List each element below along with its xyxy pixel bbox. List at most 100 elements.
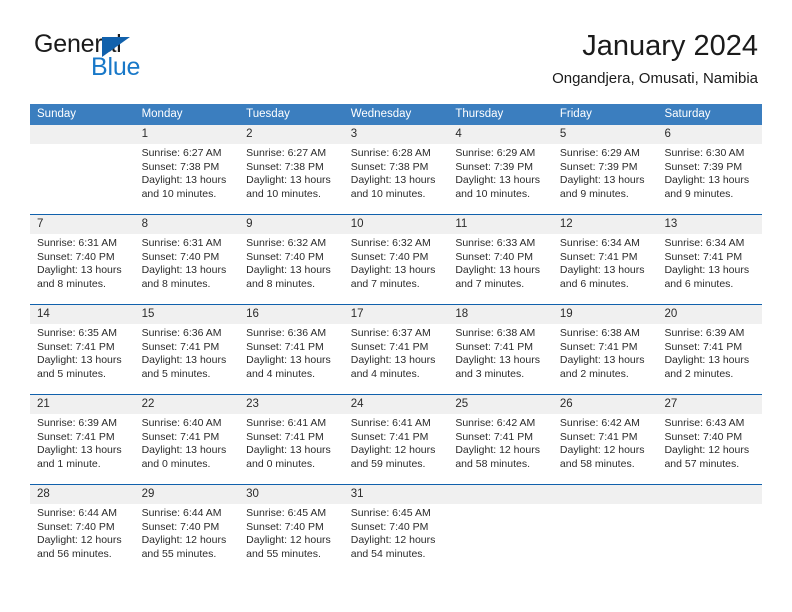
day-number[interactable]: 16 <box>239 305 344 324</box>
day-detail-line: Sunrise: 6:27 AM <box>246 147 327 159</box>
day-number[interactable]: 3 <box>344 125 449 144</box>
day-number[interactable]: 25 <box>448 395 553 414</box>
day-cell[interactable]: Sunrise: 6:44 AM Sunset: 7:40 PM Daylight:… <box>135 504 240 574</box>
day-detail-line: Sunrise: 6:37 AM <box>350 327 431 339</box>
day-detail-line: Daylight: 13 hours <box>455 264 540 277</box>
day-cell[interactable]: Sunrise: 6:33 AM Sunset: 7:40 PM Daylight:… <box>448 234 553 304</box>
day-cell[interactable]: Sunrise: 6:42 AM Sunset: 7:41 PM Daylight:… <box>553 414 658 484</box>
day-detail-line: Sunset: 7:40 PM <box>141 520 220 533</box>
day-detail-line: and 59 minutes. <box>350 457 426 470</box>
day-detail-line: Sunrise: 6:36 AM <box>246 327 327 339</box>
day-cell[interactable]: Sunrise: 6:38 AM Sunset: 7:41 PM Daylight:… <box>448 324 553 394</box>
day-number[interactable]: 6 <box>657 125 762 144</box>
day-cell[interactable]: Sunrise: 6:39 AM Sunset: 7:41 PM Daylight:… <box>657 324 762 394</box>
day-number[interactable]: 21 <box>30 395 135 414</box>
day-detail-line: Sunset: 7:38 PM <box>141 160 220 173</box>
day-number[interactable]: 2 <box>239 125 344 144</box>
day-number[interactable]: 23 <box>239 395 344 414</box>
day-cell[interactable]: Sunrise: 6:36 AM Sunset: 7:41 PM Daylight:… <box>239 324 344 394</box>
day-number[interactable]: 9 <box>239 215 344 234</box>
day-detail-line: and 2 minutes. <box>559 367 629 380</box>
day-detail-line: Sunset: 7:41 PM <box>246 430 324 443</box>
day-number[interactable]: 7 <box>30 215 135 234</box>
day-number[interactable]: 30 <box>239 485 344 504</box>
day-detail-line: and 1 minute. <box>37 457 101 470</box>
day-detail-line: Sunrise: 6:39 AM <box>37 417 117 429</box>
day-number[interactable]: 22 <box>135 395 240 414</box>
day-cell[interactable]: Sunrise: 6:31 AM Sunset: 7:40 PM Daylight:… <box>135 234 240 304</box>
day-number[interactable]: 14 <box>30 305 135 324</box>
day-cell[interactable]: Sunrise: 6:38 AM Sunset: 7:41 PM Daylight:… <box>553 324 658 394</box>
day-cell[interactable]: Sunrise: 6:40 AM Sunset: 7:41 PM Daylight:… <box>135 414 240 484</box>
day-detail-line: Sunset: 7:41 PM <box>350 340 429 353</box>
day-detail-line: Daylight: 13 hours <box>141 174 227 187</box>
day-cell[interactable]: Sunrise: 6:43 AM Sunset: 7:40 PM Daylight:… <box>657 414 762 484</box>
day-detail-line: Sunrise: 6:29 AM <box>455 147 536 159</box>
day-detail-line: Sunset: 7:41 PM <box>350 430 429 443</box>
day-cell[interactable]: Sunrise: 6:27 AM Sunset: 7:38 PM Daylight:… <box>239 144 344 214</box>
week-daynumber-band: 123456 <box>30 125 762 144</box>
day-cell[interactable]: Sunrise: 6:29 AM Sunset: 7:39 PM Daylight:… <box>553 144 658 214</box>
day-number[interactable]: 15 <box>135 305 240 324</box>
day-detail-line: Sunrise: 6:31 AM <box>37 237 117 249</box>
day-detail-line: Sunrise: 6:28 AM <box>350 147 431 159</box>
day-detail-line: and 7 minutes. <box>350 277 420 290</box>
day-detail-line: Sunset: 7:41 PM <box>141 430 220 443</box>
day-number[interactable]: 29 <box>135 485 240 504</box>
day-number <box>30 125 135 144</box>
day-cell[interactable]: Sunrise: 6:39 AM Sunset: 7:41 PM Daylight:… <box>30 414 135 484</box>
day-cell[interactable]: Sunrise: 6:27 AM Sunset: 7:38 PM Daylight:… <box>135 144 240 214</box>
day-cell[interactable]: Sunrise: 6:37 AM Sunset: 7:41 PM Daylight:… <box>344 324 449 394</box>
day-number[interactable]: 5 <box>553 125 658 144</box>
week-detail-band: Sunrise: 6:27 AM Sunset: 7:38 PM Daylight:… <box>30 144 762 214</box>
day-number[interactable]: 13 <box>657 215 762 234</box>
day-number[interactable]: 17 <box>344 305 449 324</box>
day-number[interactable]: 12 <box>553 215 658 234</box>
day-cell[interactable]: Sunrise: 6:29 AM Sunset: 7:39 PM Daylight:… <box>448 144 553 214</box>
day-number[interactable]: 11 <box>448 215 553 234</box>
day-cell[interactable]: Sunrise: 6:36 AM Sunset: 7:41 PM Daylight:… <box>135 324 240 394</box>
day-detail-line: Sunrise: 6:38 AM <box>559 327 640 339</box>
day-detail-line: Daylight: 13 hours <box>141 354 227 367</box>
day-detail-line: and 5 minutes. <box>141 367 211 380</box>
day-number[interactable]: 20 <box>657 305 762 324</box>
week-detail-band: Sunrise: 6:35 AM Sunset: 7:41 PM Daylight:… <box>30 324 762 394</box>
day-number[interactable]: 10 <box>344 215 449 234</box>
day-number[interactable]: 28 <box>30 485 135 504</box>
day-detail-line: Daylight: 13 hours <box>141 264 227 277</box>
calendar-page: General Blue January 2024 Ongandjera, Om… <box>0 0 792 612</box>
day-number[interactable]: 31 <box>344 485 449 504</box>
day-number[interactable]: 1 <box>135 125 240 144</box>
day-cell[interactable]: Sunrise: 6:44 AM Sunset: 7:40 PM Daylight:… <box>30 504 135 574</box>
day-cell[interactable]: Sunrise: 6:41 AM Sunset: 7:41 PM Daylight:… <box>344 414 449 484</box>
week-daynumber-band: 21 22 23 24 25 26 27 <box>30 395 762 414</box>
day-cell[interactable]: Sunrise: 6:32 AM Sunset: 7:40 PM Daylight:… <box>344 234 449 304</box>
day-cell[interactable]: Sunrise: 6:41 AM Sunset: 7:41 PM Daylight:… <box>239 414 344 484</box>
day-detail-line: Sunset: 7:40 PM <box>350 250 429 263</box>
day-cell[interactable]: Sunrise: 6:30 AM Sunset: 7:39 PM Daylight:… <box>657 144 762 214</box>
day-cell[interactable]: Sunrise: 6:45 AM Sunset: 7:40 PM Daylight:… <box>239 504 344 574</box>
day-detail-line: Sunrise: 6:34 AM <box>559 237 640 249</box>
day-detail-line: Sunrise: 6:39 AM <box>664 327 745 339</box>
day-detail-line: Sunrise: 6:45 AM <box>350 507 431 519</box>
day-number[interactable]: 27 <box>657 395 762 414</box>
day-number[interactable]: 24 <box>344 395 449 414</box>
day-cell[interactable]: Sunrise: 6:31 AM Sunset: 7:40 PM Daylight:… <box>30 234 135 304</box>
day-detail-line: Sunrise: 6:44 AM <box>141 507 222 519</box>
day-cell[interactable]: Sunrise: 6:32 AM Sunset: 7:40 PM Daylight:… <box>239 234 344 304</box>
day-number[interactable]: 4 <box>448 125 553 144</box>
day-number[interactable]: 19 <box>553 305 658 324</box>
day-cell[interactable]: Sunrise: 6:45 AM Sunset: 7:40 PM Daylight:… <box>344 504 449 574</box>
day-number[interactable]: 18 <box>448 305 553 324</box>
day-detail-line: Sunrise: 6:35 AM <box>37 327 117 339</box>
day-cell[interactable]: Sunrise: 6:34 AM Sunset: 7:41 PM Daylight:… <box>657 234 762 304</box>
day-number[interactable]: 26 <box>553 395 658 414</box>
day-cell[interactable]: Sunrise: 6:34 AM Sunset: 7:41 PM Daylight:… <box>553 234 658 304</box>
day-number[interactable]: 8 <box>135 215 240 234</box>
page-header: General Blue January 2024 Ongandjera, Om… <box>0 0 792 100</box>
day-cell[interactable]: Sunrise: 6:35 AM Sunset: 7:41 PM Daylight:… <box>30 324 135 394</box>
day-cell[interactable]: Sunrise: 6:42 AM Sunset: 7:41 PM Daylight:… <box>448 414 553 484</box>
day-cell[interactable]: Sunrise: 6:28 AM Sunset: 7:38 PM Daylight:… <box>344 144 449 214</box>
week-detail-band: Sunrise: 6:39 AM Sunset: 7:41 PM Daylight:… <box>30 414 762 484</box>
day-detail-line: Daylight: 13 hours <box>664 174 750 187</box>
